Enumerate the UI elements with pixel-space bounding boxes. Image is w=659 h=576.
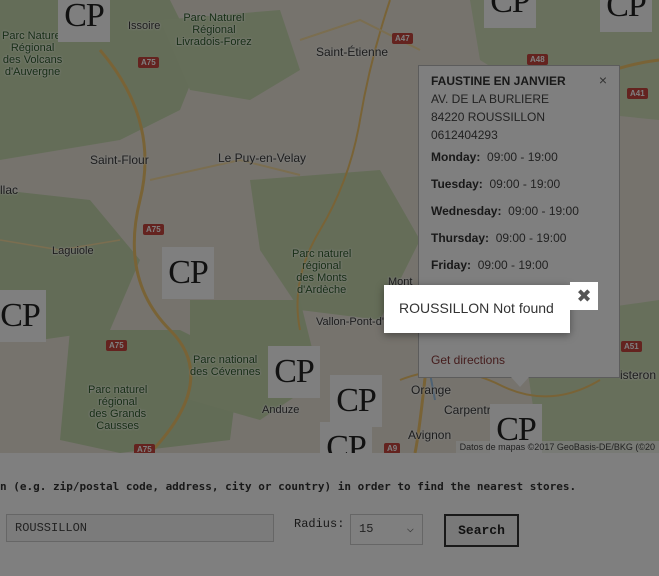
alert-message: ROUSSILLON Not found: [399, 300, 554, 316]
alert-close-icon[interactable]: ✖: [570, 282, 598, 310]
not-found-alert: ROUSSILLON Not found: [384, 285, 570, 333]
